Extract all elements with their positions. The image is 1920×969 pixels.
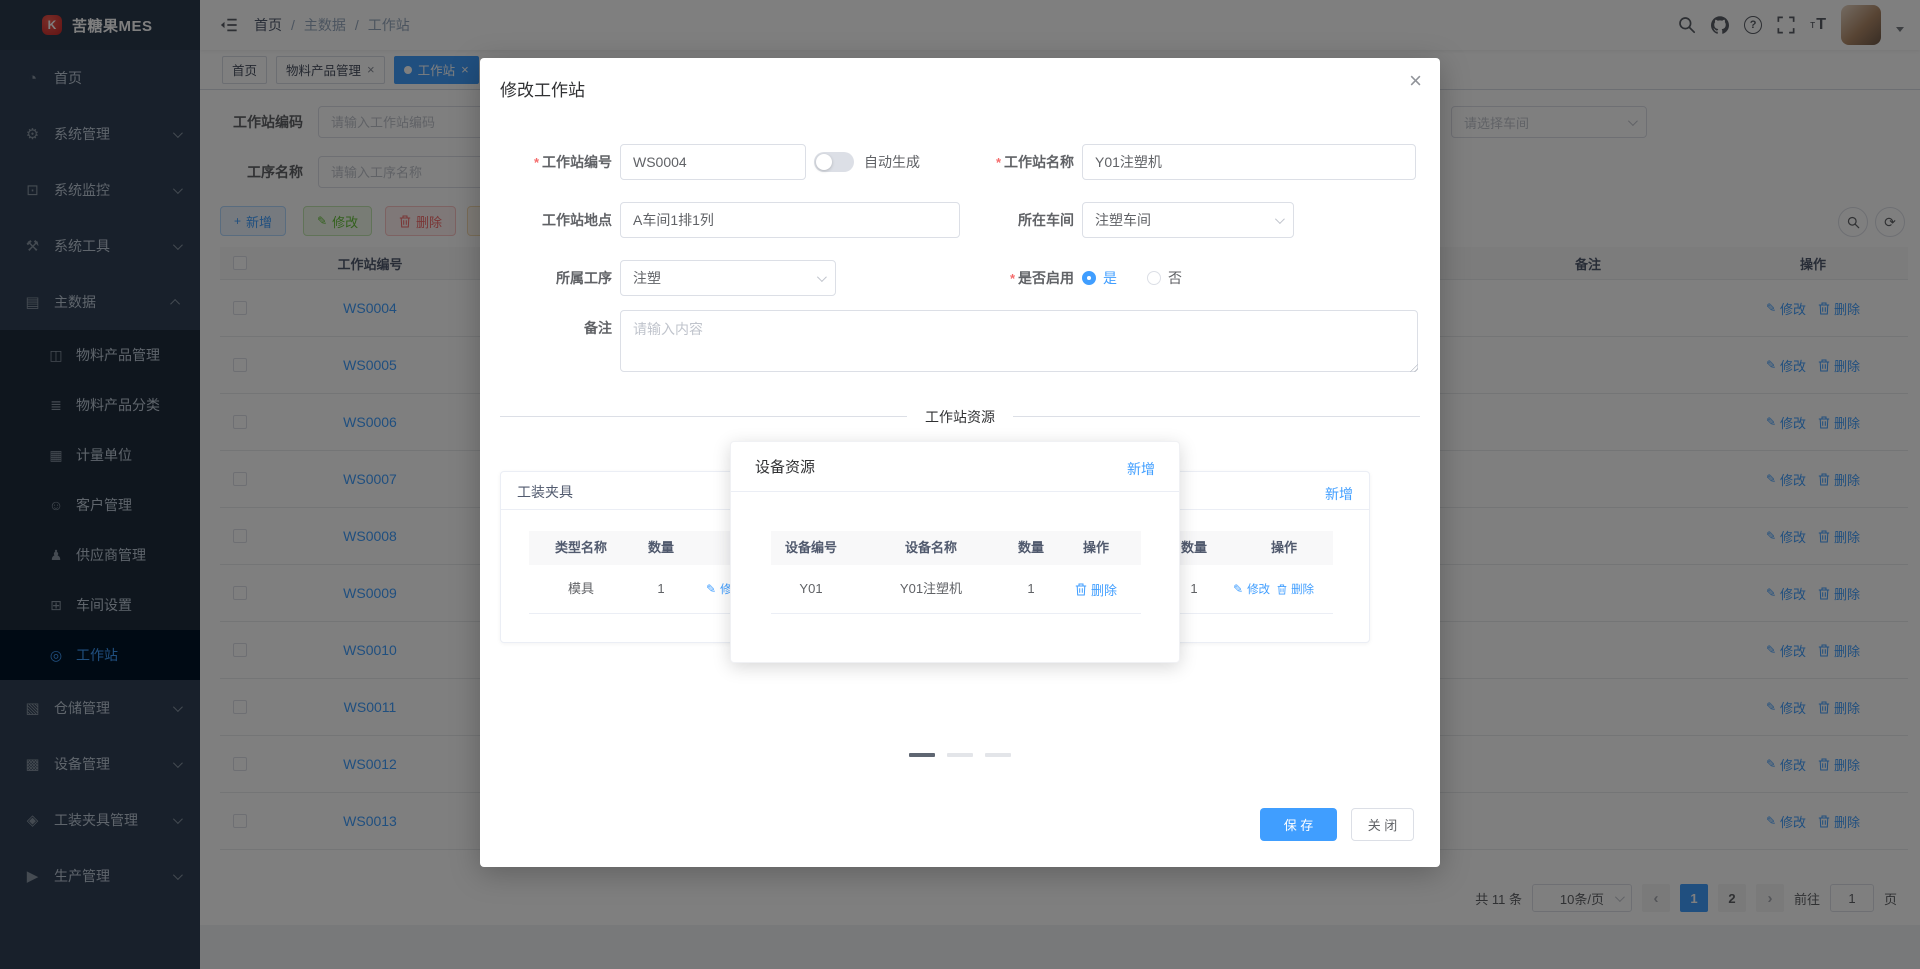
fixture-col-qty: 数量 — [647, 540, 674, 555]
location-input[interactable] — [620, 202, 960, 238]
right-row-edit-link[interactable]: ✎ 修改 — [1233, 581, 1270, 597]
device-row-delete-link[interactable]: 删除 — [1075, 580, 1117, 599]
remark-label: 备注 — [584, 320, 612, 336]
code-label: * 工作站编号 — [533, 154, 612, 170]
workshop-select-value: 注塑车间 — [1095, 212, 1151, 228]
process-select-value: 注塑 — [633, 270, 661, 286]
enabled-radio-group: 是 否 — [1082, 260, 1182, 296]
device-row-actions: 删除 — [1051, 565, 1141, 613]
fixture-row-qty: 1 — [657, 581, 665, 596]
save-button[interactable]: 保 存 — [1260, 808, 1337, 841]
chevron-down-icon — [816, 271, 827, 282]
fixture-col-type: 类型名称 — [554, 540, 607, 555]
radio-no[interactable]: 否 — [1147, 268, 1182, 288]
carousel-indicator[interactable] — [947, 753, 973, 757]
location-label: 工作站地点 — [542, 212, 612, 228]
device-add-link[interactable]: 新增 — [1127, 459, 1155, 479]
right-row-delete-link[interactable]: 删除 — [1277, 581, 1314, 597]
device-row-name: Y01注塑机 — [899, 581, 963, 596]
required-asterisk: * — [533, 155, 539, 170]
app-root: K 苦糖果MES ◔首页 ⚙系统管理 ⊡系统监控 ⚒系统工具 ▤主数据 ◫物料产… — [0, 0, 1920, 969]
resources-divider: 工作站资源 — [500, 407, 1420, 427]
dialog-title: 修改工作站 — [500, 81, 585, 100]
fixture-panel-title: 工装夹具 — [517, 484, 573, 500]
radio-label: 是 — [1103, 270, 1117, 286]
radio-yes[interactable]: 是 — [1082, 268, 1117, 288]
chevron-down-icon — [1274, 213, 1285, 224]
trash-icon — [1075, 583, 1087, 596]
remark-textarea[interactable] — [620, 310, 1418, 372]
trash-icon — [1277, 584, 1287, 595]
process-select[interactable]: 注塑 — [620, 260, 836, 296]
name-label: * 工作站名称 — [995, 154, 1074, 170]
device-col-code: 设备编号 — [784, 540, 837, 555]
close-button[interactable]: 关 闭 — [1351, 808, 1414, 841]
right-panel-add-link[interactable]: 新增 — [1325, 484, 1353, 504]
required-asterisk: * — [995, 155, 1001, 170]
right-row-actions: ✎ 修改 删除 — [1233, 565, 1343, 613]
edit-icon: ✎ — [706, 582, 717, 596]
auto-generate-label: 自动生成 — [864, 154, 920, 170]
device-row-qty: 1 — [1027, 581, 1035, 596]
device-resources-popup: 设备资源 新增 设备编号 设备名称 数量 操作 Y01 Y01注塑机 1 删除 — [730, 441, 1180, 663]
edit-icon: ✎ — [1233, 582, 1244, 596]
workshop-select[interactable]: 注塑车间 — [1082, 202, 1294, 238]
resources-divider-label: 工作站资源 — [907, 407, 1013, 427]
device-col-action: 操作 — [1082, 540, 1109, 555]
carousel-indicator[interactable] — [985, 753, 1011, 757]
workshop-label: 所在车间 — [1018, 212, 1074, 228]
enabled-label: * 是否启用 — [1009, 270, 1074, 286]
right-col-action: 操作 — [1270, 540, 1297, 555]
fixture-row-type: 模具 — [567, 581, 594, 596]
code-input[interactable] — [620, 144, 806, 180]
process-label: 所属工序 — [556, 270, 612, 286]
device-popup-title: 设备资源 — [755, 459, 816, 476]
dialog-close-icon[interactable]: × — [1409, 70, 1422, 92]
carousel-indicator-active[interactable] — [909, 753, 935, 757]
auto-generate-toggle[interactable] — [814, 152, 854, 172]
name-input[interactable] — [1082, 144, 1416, 180]
radio-label: 否 — [1168, 270, 1182, 286]
device-row-code: Y01 — [799, 581, 823, 596]
edit-workstation-dialog: 修改工作站 × *工作站编号 自动生成 *工作站名称 工作站地点 所在车间 注塑… — [480, 58, 1440, 867]
required-asterisk: * — [1009, 271, 1015, 286]
radio-unchecked-icon — [1147, 271, 1161, 285]
device-col-qty: 数量 — [1017, 540, 1044, 555]
device-col-name: 设备名称 — [904, 540, 957, 555]
carousel-indicators — [909, 753, 1011, 757]
radio-checked-icon — [1082, 271, 1096, 285]
